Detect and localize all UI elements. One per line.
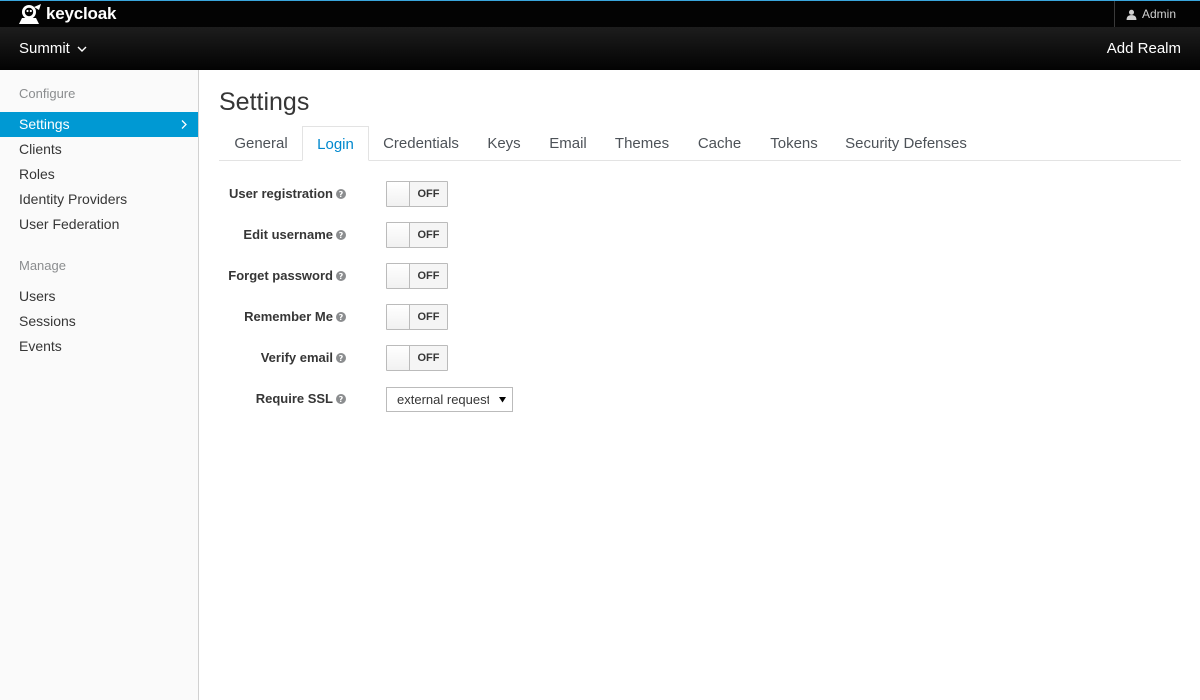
sidebar-item-clients[interactable]: Clients: [0, 137, 198, 162]
toggle-knob: [387, 264, 410, 288]
sidebar-heading-manage: Manage: [19, 258, 66, 273]
sidebar-item-settings[interactable]: Settings: [0, 112, 198, 137]
toggle-knob: [387, 223, 410, 247]
sidebar: Configure Settings Clients Roles Identit…: [0, 70, 199, 700]
toggle-knob: [387, 305, 410, 329]
require-ssl-select[interactable]: external requests: [386, 387, 513, 412]
toggle-knob: [387, 346, 410, 370]
user-menu-label: Admin: [1142, 7, 1177, 21]
tab-credentials[interactable]: Credentials: [369, 126, 473, 161]
add-realm-button[interactable]: Add Realm: [1107, 27, 1181, 70]
remember-me-toggle[interactable]: OFF: [386, 304, 448, 330]
svg-text:?: ?: [339, 272, 344, 281]
edit-username-toggle[interactable]: OFF: [386, 222, 448, 248]
chevron-right-icon: [181, 120, 187, 129]
sidebar-item-label: Roles: [19, 166, 55, 182]
brand-name: keycloak: [46, 4, 117, 23]
sidebar-item-user-federation[interactable]: User Federation: [0, 212, 198, 237]
sidebar-item-label: Settings: [19, 116, 70, 132]
user-menu[interactable]: Admin: [1114, 1, 1200, 27]
require-ssl-label: Require SSL: [255, 391, 333, 406]
sidebar-item-label: User Federation: [19, 216, 120, 232]
realm-name: Summit: [19, 40, 70, 57]
sidebar-item-sessions[interactable]: Sessions: [0, 309, 198, 334]
svg-text:?: ?: [339, 190, 344, 199]
sidebar-item-users[interactable]: Users: [0, 284, 198, 309]
remember-me-label: Remember Me: [244, 309, 333, 324]
toggle-state: OFF: [410, 346, 447, 370]
tab-tokens[interactable]: Tokens: [756, 126, 832, 161]
verify-email-label: Verify email: [260, 350, 333, 365]
sidebar-item-label: Users: [19, 288, 56, 304]
settings-tabs: General Login Credentials Keys Email The…: [219, 126, 1181, 161]
realm-selector[interactable]: Summit: [19, 27, 87, 70]
question-circle-icon[interactable]: ?: [336, 394, 346, 404]
tab-security-defenses[interactable]: Security Defenses: [832, 126, 980, 161]
svg-text:?: ?: [339, 231, 344, 240]
caret-down-icon: [499, 397, 506, 403]
edit-username-label: Edit username: [243, 227, 333, 242]
user-registration-label: User registration: [228, 186, 333, 201]
tab-cache[interactable]: Cache: [683, 126, 756, 161]
svg-text:?: ?: [339, 313, 344, 322]
sidebar-item-label: Clients: [19, 141, 62, 157]
question-circle-icon[interactable]: ?: [336, 230, 346, 240]
tab-general[interactable]: General: [219, 126, 303, 161]
question-circle-icon[interactable]: ?: [336, 353, 346, 363]
user-registration-toggle[interactable]: OFF: [386, 181, 448, 207]
toggle-state: OFF: [410, 264, 447, 288]
toggle-state: OFF: [410, 223, 447, 247]
user-icon: [1126, 9, 1137, 20]
forget-password-label: Forget password: [228, 268, 333, 283]
tab-login[interactable]: Login: [302, 126, 369, 161]
sidebar-item-events[interactable]: Events: [0, 334, 198, 359]
question-circle-icon[interactable]: ?: [336, 312, 346, 322]
require-ssl-value: external requests: [397, 392, 489, 407]
forget-password-toggle[interactable]: OFF: [386, 263, 448, 289]
toggle-knob: [387, 182, 410, 206]
sidebar-item-identity-providers[interactable]: Identity Providers: [0, 187, 198, 212]
question-circle-icon[interactable]: ?: [336, 271, 346, 281]
top-utility-bar: keycloak Admin: [0, 0, 1200, 27]
sidebar-item-label: Identity Providers: [19, 191, 128, 207]
toggle-state: OFF: [410, 305, 447, 329]
question-circle-icon[interactable]: ?: [336, 189, 346, 199]
page-title: Settings: [219, 88, 310, 116]
brand-logo[interactable]: keycloak: [19, 3, 116, 25]
sidebar-item-label: Sessions: [19, 313, 76, 329]
chevron-down-icon: [77, 46, 87, 52]
tab-themes[interactable]: Themes: [601, 126, 683, 161]
sidebar-heading-configure: Configure: [19, 86, 76, 101]
keycloak-logo-icon: [19, 4, 41, 24]
verify-email-toggle[interactable]: OFF: [386, 345, 448, 371]
tab-keys[interactable]: Keys: [473, 126, 535, 161]
svg-text:?: ?: [339, 395, 344, 404]
realm-bar: Summit Add Realm: [0, 27, 1200, 70]
svg-text:?: ?: [339, 354, 344, 363]
toggle-state: OFF: [410, 182, 447, 206]
tab-email[interactable]: Email: [535, 126, 601, 161]
sidebar-item-label: Events: [19, 338, 62, 354]
sidebar-item-roles[interactable]: Roles: [0, 162, 198, 187]
